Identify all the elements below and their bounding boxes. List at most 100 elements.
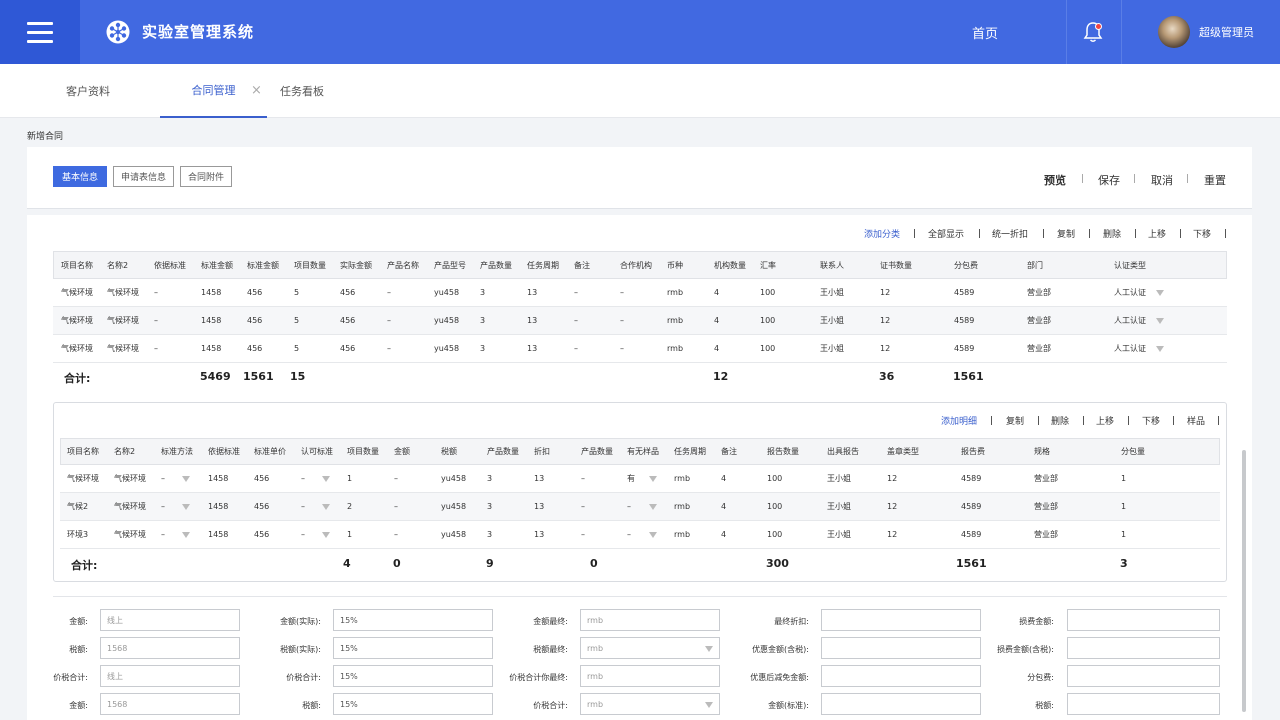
tab-task-board[interactable]: 任务看板 bbox=[280, 64, 324, 118]
chevron-down-icon[interactable] bbox=[322, 532, 330, 538]
summary-field[interactable] bbox=[821, 693, 981, 715]
preview-button[interactable]: 预览 bbox=[1044, 172, 1066, 188]
avatar[interactable] bbox=[1158, 16, 1190, 48]
table1-action-3[interactable]: 复制 bbox=[1057, 227, 1075, 240]
table-row[interactable]: 气候环境 气候环境 – 1458 456 5 456 – yu458 3 13 – – rmb 4 100 王小… bbox=[53, 279, 1227, 307]
table1-action-5[interactable]: 上移 bbox=[1148, 227, 1166, 240]
tab-application-info[interactable]: 申请表信息 bbox=[113, 166, 174, 187]
save-button[interactable]: 保存 bbox=[1098, 172, 1120, 188]
table-row[interactable]: 气候环境 气候环境 – 1458 456 5 456 – yu458 3 13 – – rmb 4 100 王小… bbox=[53, 307, 1227, 335]
summary-field[interactable]: 15% bbox=[333, 637, 493, 659]
table2-action-5[interactable]: 样品 bbox=[1187, 414, 1205, 427]
table-cell: 456 bbox=[254, 474, 270, 483]
summary-field[interactable] bbox=[821, 665, 981, 687]
table1-header-9: 产品数量 bbox=[480, 260, 512, 270]
table-row[interactable]: 环境3 气候环境 – 1458 456 – 1 – yu458 3 13 – – rmb 4 100 王小姐 12… bbox=[60, 521, 1220, 549]
chevron-down-icon[interactable] bbox=[1156, 346, 1164, 352]
table-cell: 3 bbox=[480, 316, 486, 325]
table-cell: 4589 bbox=[961, 502, 982, 511]
summary-field[interactable]: 1568 bbox=[100, 637, 240, 659]
tab-basic-info[interactable]: 基本信息 bbox=[53, 166, 107, 187]
chevron-down-icon[interactable] bbox=[705, 702, 713, 708]
chevron-down-icon[interactable] bbox=[649, 532, 657, 538]
table2-action-4[interactable]: 下移 bbox=[1142, 414, 1160, 427]
summary-field[interactable] bbox=[1067, 637, 1220, 659]
summary-label: 价税合计: bbox=[533, 701, 568, 710]
divider bbox=[1043, 229, 1044, 238]
table1-header-3: 标准金额 bbox=[201, 260, 233, 270]
chevron-down-icon[interactable] bbox=[649, 476, 657, 482]
table-row[interactable]: 气候环境 气候环境 – 1458 456 5 456 – yu458 3 13 – – rmb 4 100 王小… bbox=[53, 335, 1227, 363]
table-cell: 气候环境 bbox=[114, 474, 146, 483]
summary-field[interactable]: rmb bbox=[580, 609, 720, 631]
table2-total-2: 9 bbox=[486, 557, 494, 570]
summary-field[interactable]: 15% bbox=[333, 609, 493, 631]
chevron-down-icon[interactable] bbox=[322, 476, 330, 482]
table1-action-0[interactable]: 添加分类 bbox=[864, 227, 900, 240]
summary-field[interactable]: rmb bbox=[580, 665, 720, 687]
chevron-down-icon[interactable] bbox=[649, 504, 657, 510]
summary-field[interactable] bbox=[1067, 693, 1220, 715]
table1-header-12: 合作机构 bbox=[620, 260, 652, 270]
summary-field[interactable] bbox=[821, 609, 981, 631]
table1-total-label: 合计: bbox=[64, 372, 91, 385]
table1-action-2[interactable]: 统一折扣 bbox=[992, 227, 1028, 240]
chevron-down-icon[interactable] bbox=[322, 504, 330, 510]
field-value: 15% bbox=[340, 671, 358, 681]
table-cell: 13 bbox=[527, 316, 538, 325]
summary-field[interactable] bbox=[821, 637, 981, 659]
hamburger-menu-icon[interactable] bbox=[0, 0, 80, 64]
table-cell: 456 bbox=[340, 316, 356, 325]
table-cell: 1 bbox=[1121, 530, 1127, 539]
chevron-down-icon[interactable] bbox=[1156, 290, 1164, 296]
table2-header-1: 名称2 bbox=[114, 447, 136, 456]
divider bbox=[1066, 0, 1067, 64]
reset-button[interactable]: 重置 bbox=[1204, 172, 1226, 188]
table1-header-16: 联系人 bbox=[820, 260, 844, 270]
table1-header-10: 任务周期 bbox=[527, 260, 559, 270]
table2-header-10: 折扣 bbox=[534, 447, 550, 456]
chevron-down-icon[interactable] bbox=[182, 504, 190, 510]
table2-action-1[interactable]: 复制 bbox=[1006, 414, 1024, 427]
summary-field[interactable]: 15% bbox=[333, 693, 493, 715]
table-row[interactable]: 气候环境 气候环境 – 1458 456 – 1 – yu458 3 13 – 有 rmb 4 100 王小姐 1… bbox=[60, 465, 1220, 493]
summary-field[interactable]: 线上 bbox=[100, 665, 240, 687]
scrollbar[interactable] bbox=[1242, 450, 1246, 712]
summary-label: 价税合计: bbox=[53, 673, 88, 682]
table-cell: 5 bbox=[294, 344, 300, 353]
table2-action-0[interactable]: 添加明细 bbox=[941, 414, 977, 427]
chevron-down-icon[interactable] bbox=[182, 476, 190, 482]
table-row[interactable]: 气候2 气候环境 – 1458 456 – 2 – yu458 3 13 – – rmb 4 100 王小姐 12… bbox=[60, 493, 1220, 521]
summary-field[interactable]: 线上 bbox=[100, 609, 240, 631]
table2-action-3[interactable]: 上移 bbox=[1096, 414, 1114, 427]
summary-label: 税额: bbox=[302, 701, 321, 710]
table-cell: 13 bbox=[534, 474, 545, 483]
tab-contract-attachment[interactable]: 合同附件 bbox=[180, 166, 232, 187]
table1-action-6[interactable]: 下移 bbox=[1193, 227, 1211, 240]
close-icon[interactable]: × bbox=[251, 83, 262, 98]
summary-field[interactable]: rmb bbox=[580, 693, 720, 715]
summary-label: 金额: bbox=[69, 617, 88, 626]
summary-field[interactable]: rmb bbox=[580, 637, 720, 659]
table2-header-13: 任务周期 bbox=[674, 447, 706, 456]
table2-action-2[interactable]: 删除 bbox=[1051, 414, 1069, 427]
nav-home-link[interactable]: 首页 bbox=[945, 0, 1025, 64]
table1-action-1[interactable]: 全部显示 bbox=[928, 227, 964, 240]
summary-field[interactable] bbox=[1067, 609, 1220, 631]
chevron-down-icon[interactable] bbox=[705, 646, 713, 652]
table-cell: yu458 bbox=[441, 502, 467, 511]
summary-label: 金额最终: bbox=[533, 617, 568, 626]
summary-field[interactable]: 15% bbox=[333, 665, 493, 687]
table1-action-4[interactable]: 删除 bbox=[1103, 227, 1121, 240]
table-cell: 1458 bbox=[208, 502, 229, 511]
chevron-down-icon[interactable] bbox=[1156, 318, 1164, 324]
table1-header-6: 实际金额 bbox=[340, 260, 372, 270]
field-value: 线上 bbox=[107, 671, 123, 681]
cancel-button[interactable]: 取消 bbox=[1151, 172, 1173, 188]
summary-field[interactable]: 1568 bbox=[100, 693, 240, 715]
tab-customer-info[interactable]: 客户资料 bbox=[66, 64, 110, 118]
table2-header-5: 认可标准 bbox=[301, 447, 333, 456]
summary-field[interactable] bbox=[1067, 665, 1220, 687]
chevron-down-icon[interactable] bbox=[182, 532, 190, 538]
user-name[interactable]: 超级管理员 bbox=[1199, 24, 1254, 40]
